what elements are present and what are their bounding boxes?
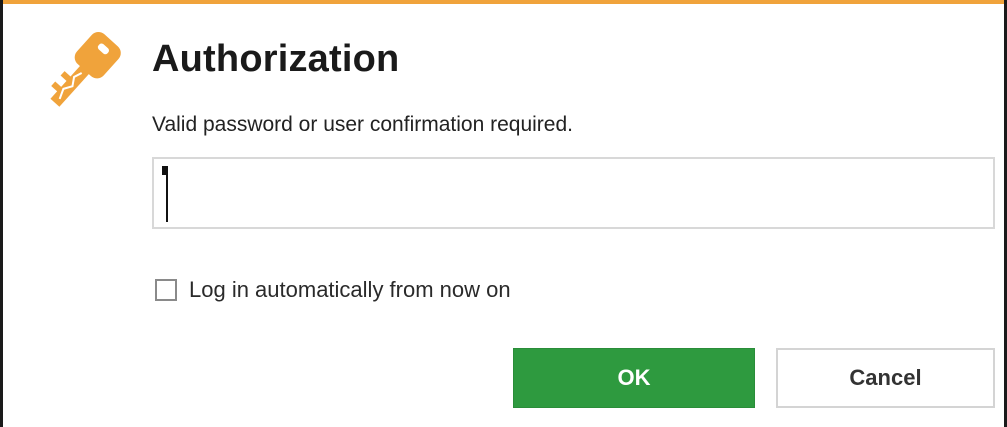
password-input[interactable]	[152, 157, 995, 229]
dialog-title: Authorization	[152, 38, 400, 80]
dialog-message: Valid password or user confirmation requ…	[152, 113, 573, 136]
text-cursor	[162, 166, 168, 222]
ok-button[interactable]: OK	[513, 348, 755, 408]
key-icon	[50, 31, 121, 107]
top-accent-bar	[3, 0, 1004, 4]
auto-login-option[interactable]: Log in automatically from now on	[155, 277, 511, 303]
authorization-dialog: Authorization Valid password or user con…	[0, 0, 1007, 427]
auto-login-checkbox[interactable]	[155, 279, 177, 301]
auto-login-label: Log in automatically from now on	[189, 277, 511, 302]
cancel-button[interactable]: Cancel	[776, 348, 995, 408]
